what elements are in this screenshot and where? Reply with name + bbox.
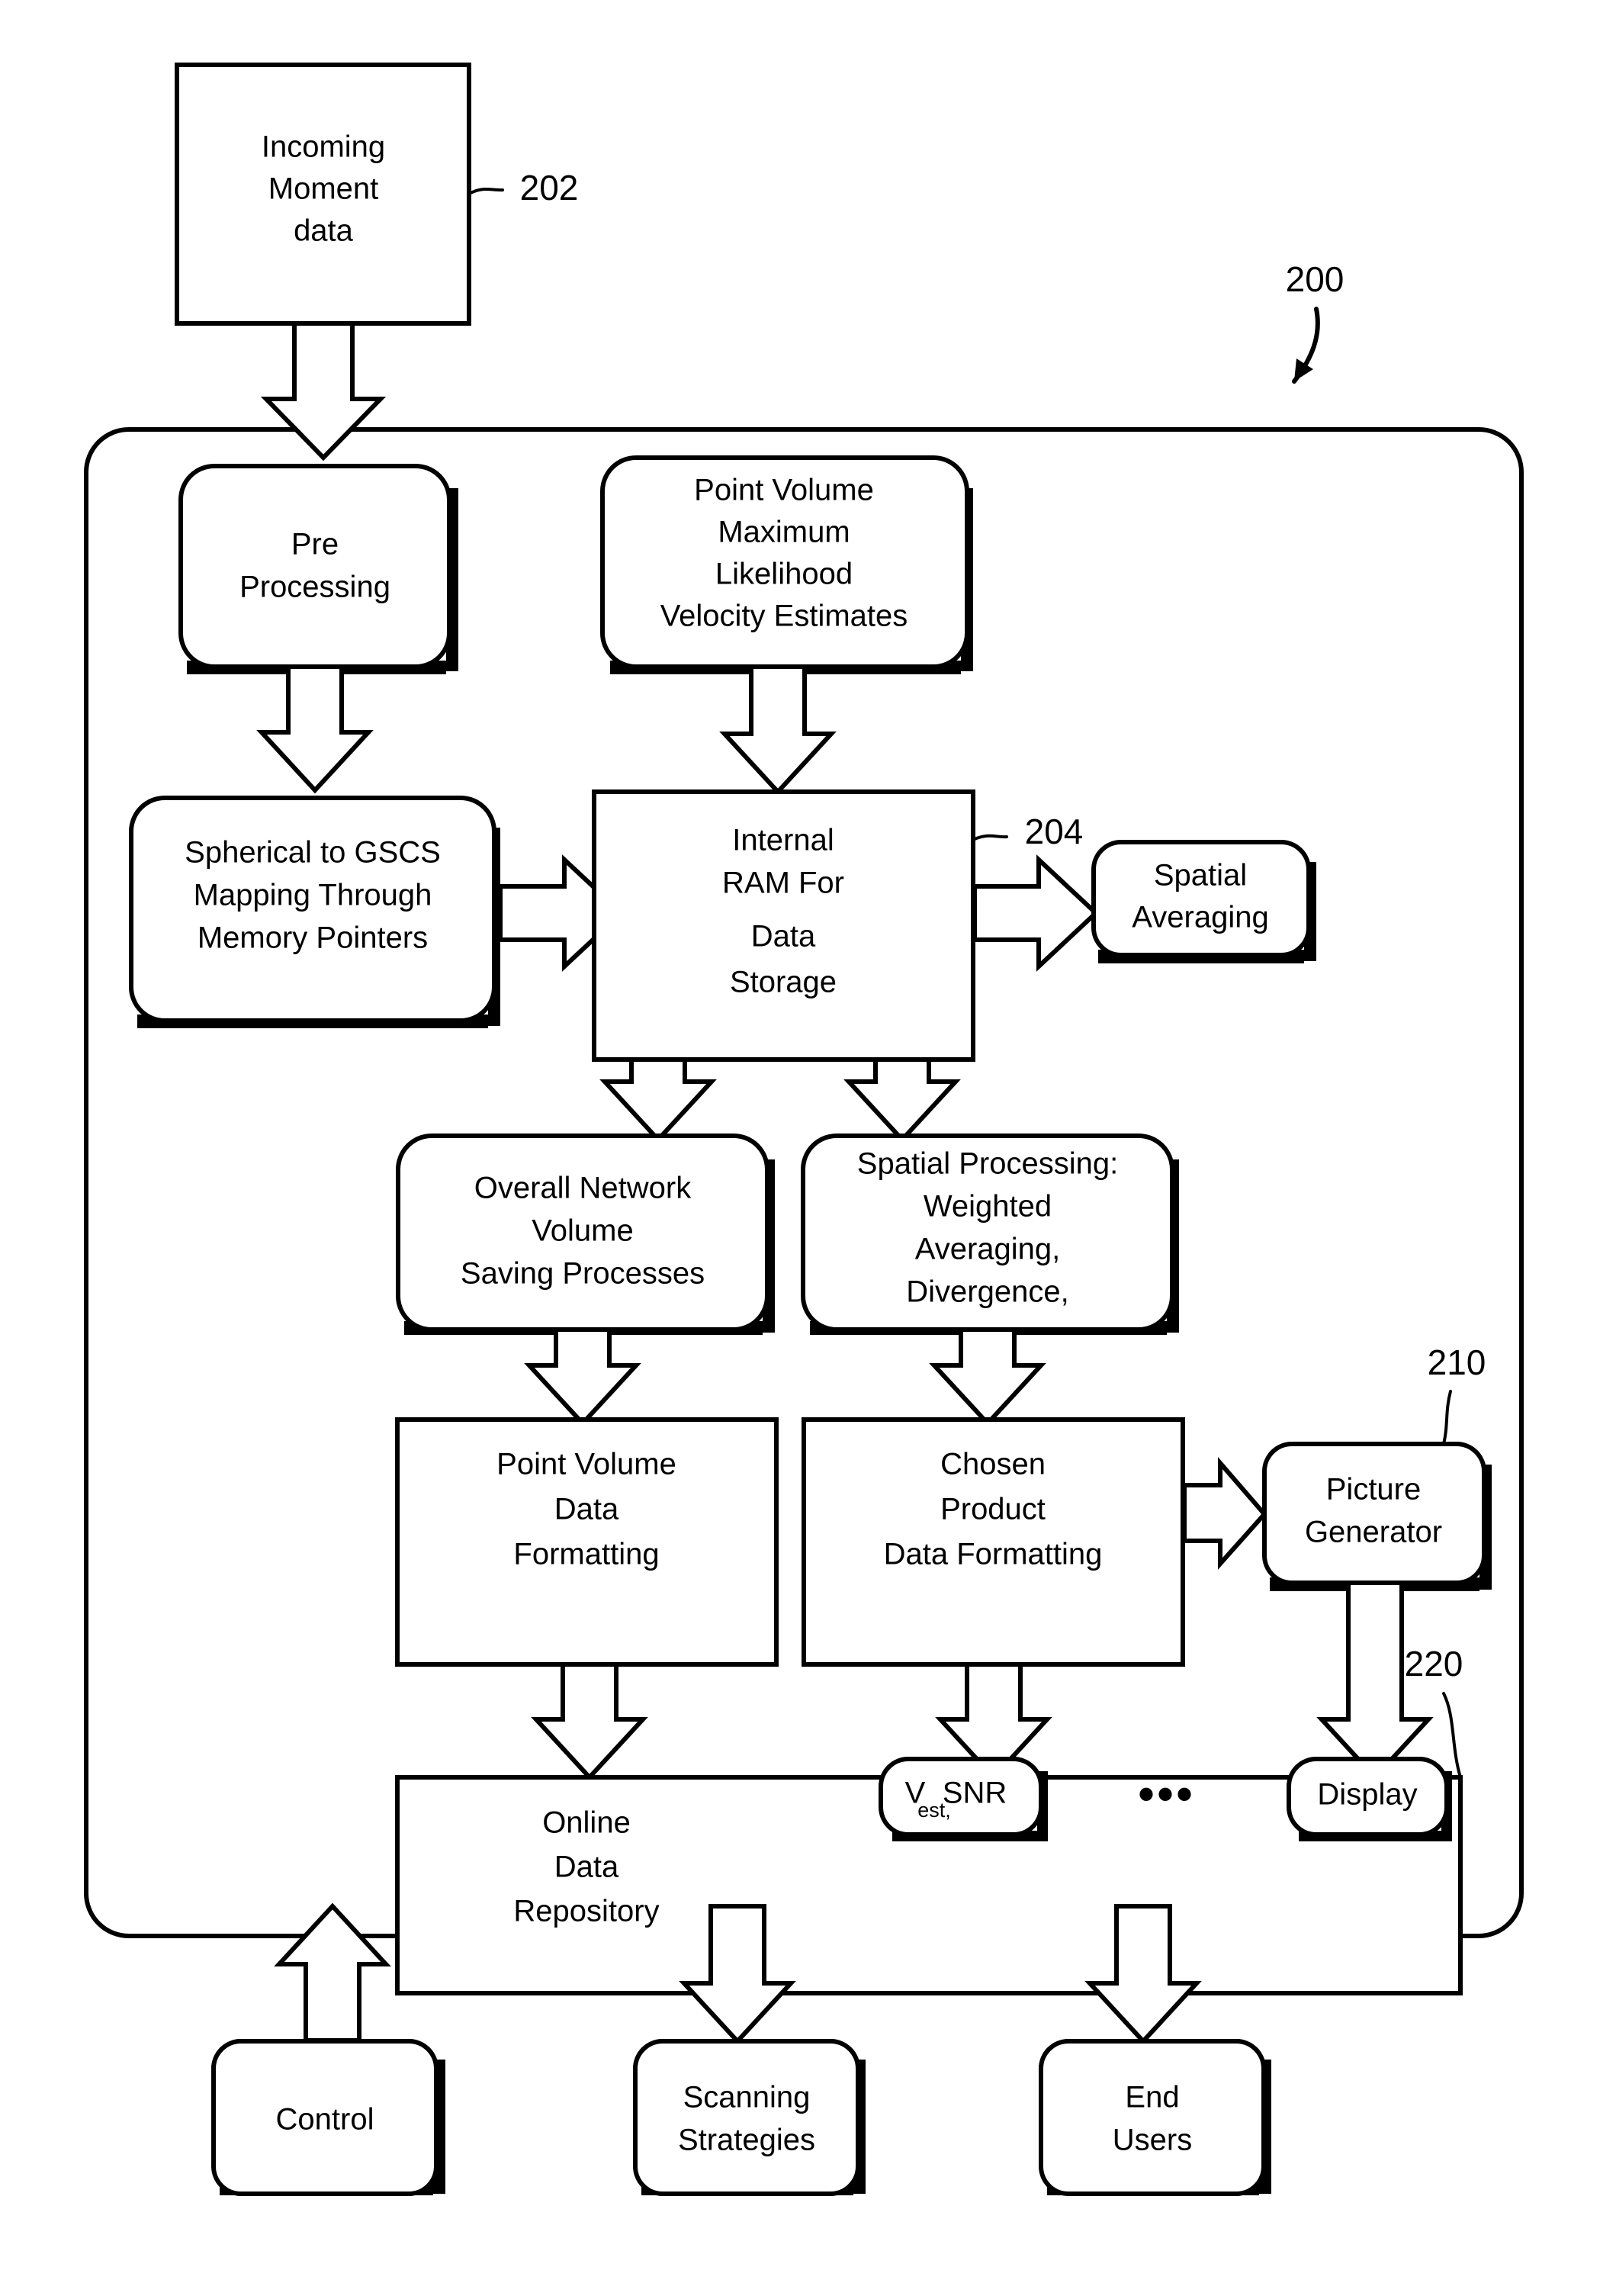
svg-text:Velocity Estimates: Velocity Estimates <box>660 600 908 633</box>
svg-text:Chosen: Chosen <box>940 1448 1046 1481</box>
svg-text:Spherical to GSCS: Spherical to GSCS <box>185 836 441 870</box>
svg-text:Point Volume: Point Volume <box>496 1448 676 1481</box>
ref-numeral-202: 202 <box>520 168 579 207</box>
svg-text:Volume: Volume <box>532 1214 633 1248</box>
svg-text:Overall Network: Overall Network <box>474 1172 692 1205</box>
svg-text:Processing: Processing <box>239 571 390 604</box>
svg-text:Moment: Moment <box>268 172 379 206</box>
node-label-internal-ram: Internal RAM For Data Storage <box>722 824 844 999</box>
svg-text:Online: Online <box>542 1806 631 1840</box>
svg-text:Divergence,: Divergence, <box>906 1275 1068 1309</box>
node-label-scanning-strategies: Scanning Strategies <box>678 2081 815 2157</box>
repository-label-vest-snr: V est, SNR <box>905 1777 1007 1822</box>
svg-text:Weighted: Weighted <box>924 1190 1052 1224</box>
svg-text:Spatial Processing:: Spatial Processing: <box>857 1147 1118 1181</box>
svg-text:Point Volume: Point Volume <box>694 474 874 507</box>
svg-text:End: End <box>1125 2081 1179 2114</box>
svg-text:Averaging,: Averaging, <box>915 1233 1061 1266</box>
repository-ellipsis: ••• <box>1138 1768 1195 1819</box>
ref-numeral-220: 220 <box>1405 1644 1463 1683</box>
svg-text:Scanning: Scanning <box>683 2081 811 2114</box>
node-label-end-users: End Users <box>1113 2081 1192 2157</box>
node-label-picture-generator: Picture Generator <box>1305 1473 1442 1549</box>
svg-text:RAM For: RAM For <box>722 867 844 900</box>
svg-text:Strategies: Strategies <box>678 2124 815 2157</box>
svg-text:Spatial: Spatial <box>1154 859 1247 892</box>
svg-text:Saving Processes: Saving Processes <box>461 1257 705 1291</box>
svg-text:Generator: Generator <box>1305 1516 1442 1549</box>
node-label-spherical-to-gscs-mapping: Spherical to GSCS Mapping Through Memory… <box>185 836 441 955</box>
svg-text:data: data <box>294 214 354 248</box>
svg-text:Pre: Pre <box>291 528 339 561</box>
node-label-spatial-processing: Spatial Processing: Weighted Averaging, … <box>857 1147 1118 1309</box>
svg-text:Data: Data <box>554 1851 619 1884</box>
ref-numeral-210: 210 <box>1428 1343 1486 1382</box>
node-label-chosen-product-data-formatting: Chosen Product Data Formatting <box>884 1448 1103 1571</box>
svg-text:Users: Users <box>1113 2124 1192 2157</box>
svg-text:Data: Data <box>751 920 816 953</box>
svg-text:Averaging: Averaging <box>1132 901 1268 934</box>
svg-text:Product: Product <box>940 1493 1046 1526</box>
svg-text:Incoming: Incoming <box>262 130 385 164</box>
svg-text:Storage: Storage <box>730 966 837 999</box>
svg-text:Likelihood: Likelihood <box>715 558 853 591</box>
node-label-incoming-moment-data: Incoming Moment data <box>262 130 385 248</box>
figure-canvas: 202 200 204 210 220 Incoming Moment data… <box>0 0 1616 2296</box>
svg-text:Picture: Picture <box>1326 1473 1422 1507</box>
ref-numeral-204: 204 <box>1025 812 1084 851</box>
node-label-pre-processing: Pre Processing <box>239 528 390 604</box>
node-label-control: Control <box>276 2103 374 2137</box>
svg-text:Data: Data <box>554 1493 619 1526</box>
node-label-overall-network-volume: Overall Network Volume Saving Processes <box>461 1172 705 1291</box>
svg-text:Memory Pointers: Memory Pointers <box>198 921 428 955</box>
svg-text:Mapping Through: Mapping Through <box>194 879 432 912</box>
svg-text:Internal: Internal <box>732 824 834 857</box>
node-label-point-volume-mlve: Point Volume Maximum Likelihood Velocity… <box>660 474 908 633</box>
repository-label-display: Display <box>1317 1778 1417 1812</box>
svg-text:Formatting: Formatting <box>513 1538 659 1571</box>
node-label-spatial-averaging: Spatial Averaging <box>1132 859 1268 934</box>
svg-text:SNR: SNR <box>943 1777 1007 1810</box>
svg-text:Maximum: Maximum <box>718 516 850 549</box>
node-label-point-volume-data-formatting: Point Volume Data Formatting <box>496 1448 676 1571</box>
svg-text:Repository: Repository <box>513 1895 659 1928</box>
node-label-online-data-repository: Online Data Repository <box>513 1806 659 1928</box>
svg-text:Data Formatting: Data Formatting <box>884 1538 1103 1571</box>
ref-numeral-200: 200 <box>1286 259 1345 299</box>
